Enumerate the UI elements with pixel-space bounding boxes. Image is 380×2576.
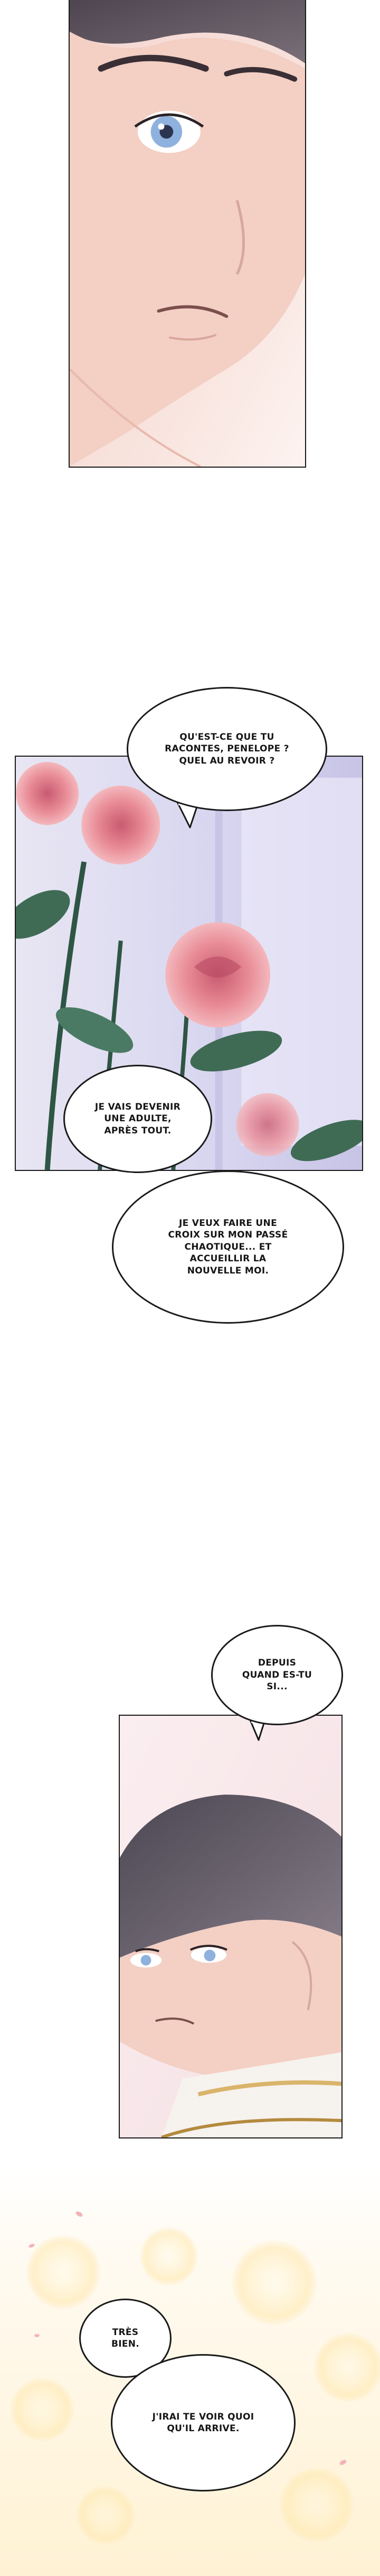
speech-bubble-3: JE VEUX FAIRE UNE CROIX SUR MON PASSÉ CH… bbox=[112, 1170, 344, 1324]
man-closeup-illustration bbox=[70, 0, 305, 467]
speech-bubble-4: DEPUIS QUAND ES-TU SI... bbox=[211, 1625, 343, 1725]
speech-bubble-6-text: J'IRAI TE VOIR QUOI QU'IL ARRIVE. bbox=[152, 2411, 254, 2434]
speech-bubble-6: J'IRAI TE VOIR QUOI QU'IL ARRIVE. bbox=[111, 2354, 296, 2491]
speech-bubble-1-text: QU'EST-CE QUE TU RACONTES, PENELOPE ? QU… bbox=[165, 731, 289, 766]
speech-bubble-5-text: TRÈS BIEN. bbox=[111, 2327, 140, 2349]
panel-man-turning bbox=[119, 1715, 343, 2138]
man-turning-illustration bbox=[120, 1716, 341, 2137]
speech-bubble-4-text: DEPUIS QUAND ES-TU SI... bbox=[242, 1658, 312, 1692]
speech-bubble-1: QU'EST-CE QUE TU RACONTES, PENELOPE ? QU… bbox=[127, 687, 327, 811]
speech-bubble-2-text: JE VAIS DEVENIR UNE ADULTE, APRÈS TOUT. bbox=[94, 1101, 181, 1136]
panel-man-closeup bbox=[69, 0, 306, 468]
speech-bubble-3-text: JE VEUX FAIRE UNE CROIX SUR MON PASSÉ CH… bbox=[168, 1217, 288, 1276]
speech-bubble-2: JE VAIS DEVENIR UNE ADULTE, APRÈS TOUT. bbox=[63, 1065, 212, 1173]
